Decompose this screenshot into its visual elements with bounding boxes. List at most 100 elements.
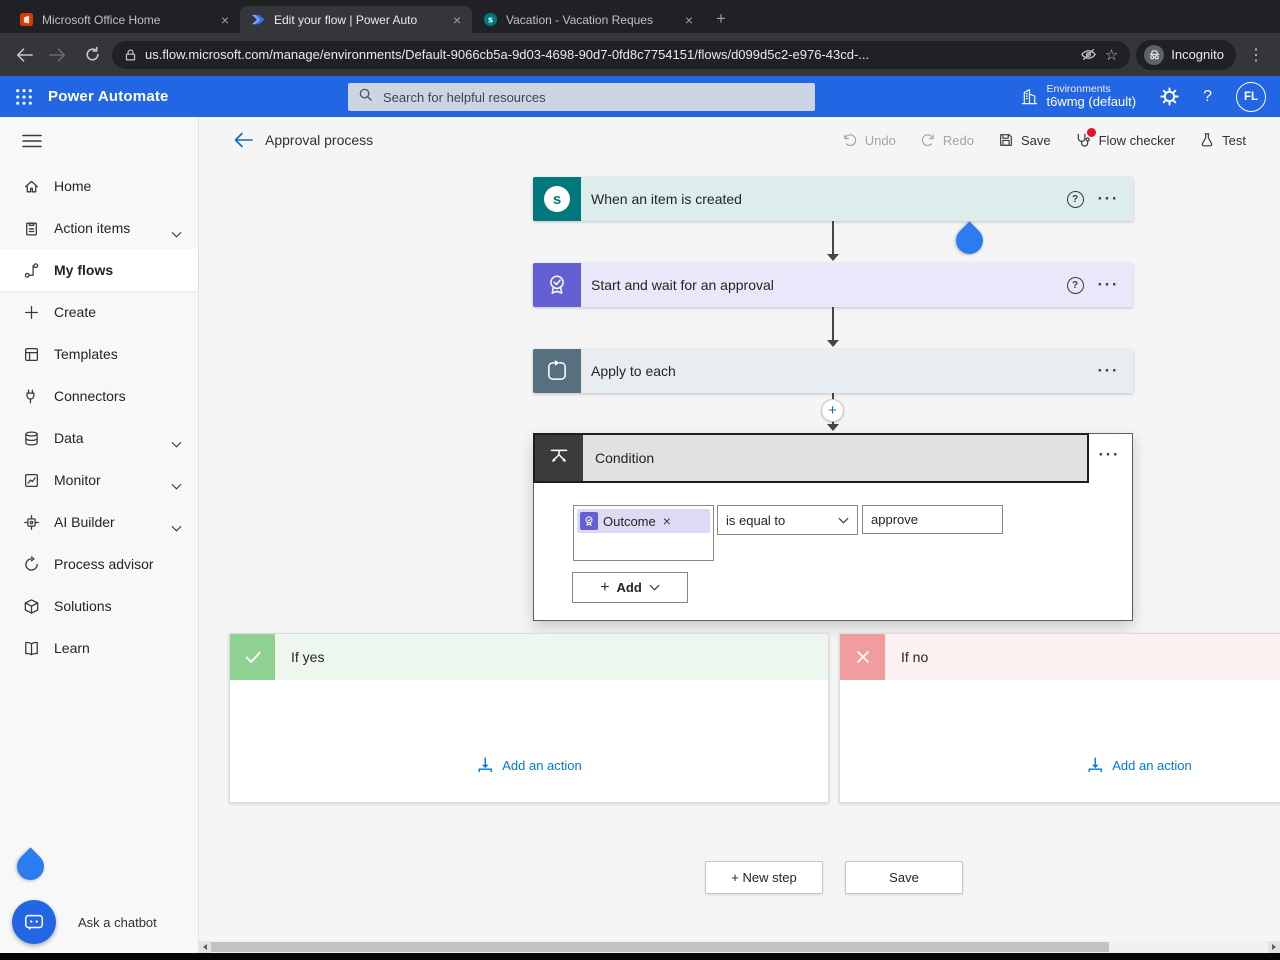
approval-card[interactable]: Start and wait for an approval ? ··· xyxy=(533,263,1133,307)
scroll-right-button[interactable] xyxy=(1268,941,1280,953)
new-step-button[interactable]: + New step xyxy=(705,861,823,894)
hamburger-menu-icon[interactable] xyxy=(0,117,198,165)
condition-add-button[interactable]: + Add xyxy=(572,572,688,603)
touch-cursor xyxy=(11,847,50,886)
flow-checker-button[interactable]: Flow checker xyxy=(1075,127,1175,149)
lock-icon xyxy=(124,48,137,62)
pa-header: Power Automate Environments t6wmg (defau… xyxy=(0,76,1280,117)
scroll-left-button[interactable] xyxy=(199,941,211,953)
back-button[interactable] xyxy=(233,132,253,148)
scrollbar-thumb[interactable] xyxy=(211,942,1109,952)
if-no-title: If no xyxy=(901,649,929,665)
browser-back-button[interactable] xyxy=(10,41,38,69)
sidebar-item-create[interactable]: Create xyxy=(0,291,198,333)
flow-title: Approval process xyxy=(265,132,374,148)
chatbot-button[interactable] xyxy=(12,900,56,944)
search-box[interactable] xyxy=(348,83,815,111)
sidebar-item-label: Action items xyxy=(54,220,131,236)
sidebar-item-action-items[interactable]: Action items xyxy=(0,207,198,249)
save-flow-button[interactable]: Save xyxy=(845,861,963,894)
horizontal-scrollbar[interactable] xyxy=(199,941,1280,953)
if-yes-card[interactable]: If yes Add an action xyxy=(229,633,829,803)
monitor-chart-icon xyxy=(22,471,40,489)
approval-title: Start and wait for an approval xyxy=(591,277,774,293)
url-bar[interactable]: us.flow.microsoft.com/manage/environment… xyxy=(112,40,1131,69)
more-icon[interactable]: ··· xyxy=(1098,276,1119,293)
environment-name: t6wmg (default) xyxy=(1046,94,1137,110)
app-launcher-icon[interactable] xyxy=(0,76,48,117)
add-action-link[interactable]: Add an action xyxy=(476,756,582,774)
search-input[interactable] xyxy=(381,88,805,106)
sidebar-item-process-advisor[interactable]: Process advisor xyxy=(0,543,198,585)
sidebar-item-label: AI Builder xyxy=(54,514,115,530)
help-icon[interactable]: ? xyxy=(1203,88,1212,106)
condition-operator-select[interactable]: is equal to xyxy=(717,505,858,535)
url-text: us.flow.microsoft.com/manage/environment… xyxy=(145,47,870,62)
toolbar-actions: Undo Redo Save Flow checker Test xyxy=(842,127,1246,149)
more-icon[interactable]: ··· xyxy=(1099,446,1120,463)
sidebar-item-connectors[interactable]: Connectors xyxy=(0,375,198,417)
close-icon[interactable]: × xyxy=(218,13,232,27)
sidebar-item-learn[interactable]: Learn xyxy=(0,627,198,669)
condition-title: Condition xyxy=(595,450,655,466)
apply-to-each-icon xyxy=(533,349,581,393)
new-tab-button[interactable]: + xyxy=(704,9,738,33)
apply-to-each-card[interactable]: Apply to each ··· xyxy=(533,349,1133,393)
if-no-card[interactable]: If no Add an action xyxy=(839,633,1280,803)
if-yes-header[interactable]: If yes xyxy=(230,634,828,680)
if-no-header[interactable]: If no xyxy=(840,634,1280,680)
gear-icon[interactable] xyxy=(1160,87,1179,106)
sidebar-item-solutions[interactable]: Solutions xyxy=(0,585,198,627)
browser-reload-button[interactable] xyxy=(78,41,106,69)
sidebar-item-templates[interactable]: Templates xyxy=(0,333,198,375)
environments-icon xyxy=(1020,87,1039,106)
process-advisor-icon xyxy=(22,555,40,573)
sidebar-item-ai-builder[interactable]: AI Builder xyxy=(0,501,198,543)
browser-menu-icon[interactable]: ⋮ xyxy=(1242,45,1270,65)
operator-value: is equal to xyxy=(726,512,786,528)
approvals-icon xyxy=(580,512,598,530)
sidebar-item-data[interactable]: Data xyxy=(0,417,198,459)
window-edge xyxy=(0,953,1280,960)
connector-arrowhead xyxy=(827,424,839,431)
bookmark-star-icon[interactable]: ☆ xyxy=(1105,46,1118,64)
apply-to-each-title: Apply to each xyxy=(591,363,676,379)
condition-card[interactable]: Condition ··· Outcome × is equal to appr… xyxy=(533,433,1133,621)
close-icon[interactable]: × xyxy=(682,13,696,27)
sidebar-item-my-flows[interactable]: My flows xyxy=(0,249,198,291)
test-button[interactable]: Test xyxy=(1199,132,1246,148)
environments-picker[interactable]: Environments t6wmg (default) xyxy=(1020,83,1137,110)
tab-vacation[interactable]: s Vacation - Vacation Reques × xyxy=(472,6,704,33)
condition-icon xyxy=(535,435,583,481)
close-icon[interactable]: × xyxy=(450,13,464,27)
condition-value-input[interactable] xyxy=(862,505,1003,534)
avatar[interactable]: FL xyxy=(1236,81,1266,112)
chevron-down-icon xyxy=(171,435,182,451)
trigger-card[interactable]: s When an item is created ? ··· xyxy=(533,177,1133,221)
incognito-icon xyxy=(1144,44,1165,65)
redo-label: Redo xyxy=(942,132,974,148)
header-right: Environments t6wmg (default) ? FL xyxy=(1020,76,1280,117)
close-icon[interactable]: × xyxy=(663,513,671,529)
add-action-link[interactable]: Add an action xyxy=(1086,756,1192,774)
save-button[interactable]: Save xyxy=(998,132,1051,148)
tab-edit-flow[interactable]: Edit your flow | Power Auto × xyxy=(240,6,472,33)
undo-button[interactable]: Undo xyxy=(842,132,896,148)
sidebar-item-monitor[interactable]: Monitor xyxy=(0,459,198,501)
clipboard-icon xyxy=(22,219,40,237)
approvals-icon xyxy=(533,263,581,307)
condition-header[interactable]: Condition xyxy=(533,433,1089,483)
eye-off-icon[interactable] xyxy=(1080,46,1097,63)
help-icon[interactable]: ? xyxy=(1066,190,1084,208)
tab-office-home[interactable]: Microsoft Office Home × xyxy=(8,6,240,33)
dynamic-content-chip[interactable]: Outcome × xyxy=(577,509,710,533)
sidebar-item-home[interactable]: Home xyxy=(0,165,198,207)
help-icon[interactable]: ? xyxy=(1066,276,1084,294)
browser-addressbar: us.flow.microsoft.com/manage/environment… xyxy=(0,33,1280,76)
more-icon[interactable]: ··· xyxy=(1098,190,1119,207)
more-icon[interactable]: ··· xyxy=(1098,362,1119,379)
redo-button[interactable]: Redo xyxy=(920,132,974,148)
condition-operand-field[interactable]: Outcome × xyxy=(573,505,714,561)
browser-forward-button[interactable] xyxy=(44,41,72,69)
insert-step-button[interactable]: + xyxy=(821,399,844,422)
